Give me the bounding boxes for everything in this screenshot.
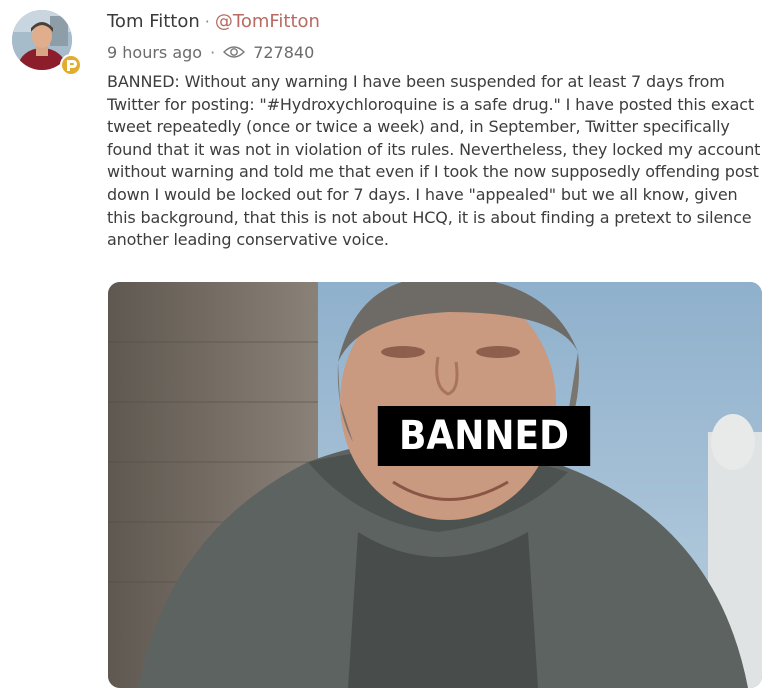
view-count: 727840 <box>253 42 315 62</box>
banned-overlay-label: BANNED <box>377 406 591 466</box>
meta-separator: · <box>210 42 216 62</box>
post-card: Tom Fitton · @TomFitton 9 hours ago · 72… <box>0 0 774 696</box>
author-name[interactable]: Tom Fitton <box>107 11 200 32</box>
photo-illustration <box>108 282 762 688</box>
author-handle[interactable]: @TomFitton <box>215 11 320 32</box>
post-timestamp[interactable]: 9 hours ago <box>107 43 202 62</box>
post-meta: 9 hours ago · 727840 <box>107 41 314 63</box>
post-image[interactable]: BANNED <box>108 282 762 688</box>
post-header: Tom Fitton · @TomFitton <box>107 11 320 35</box>
header-separator: · <box>204 12 210 31</box>
post-text: BANNED: Without any warning I have been … <box>107 72 761 250</box>
avatar-container[interactable] <box>12 10 82 76</box>
parler-badge-icon <box>60 54 82 76</box>
eye-icon <box>223 46 246 58</box>
